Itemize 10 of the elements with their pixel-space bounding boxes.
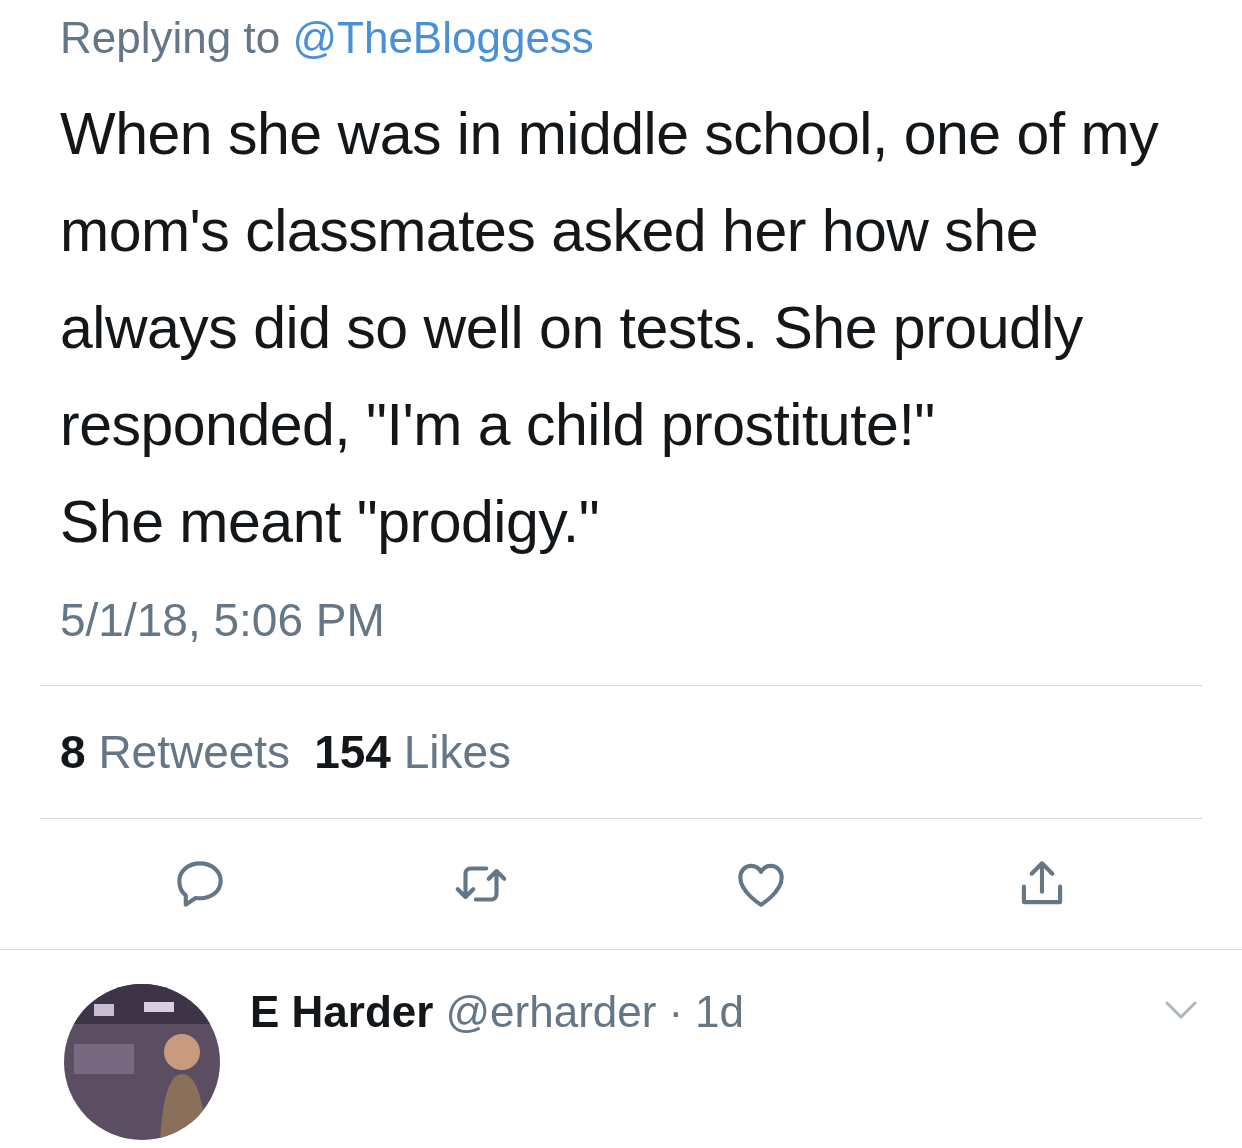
user-name: E Harder bbox=[250, 986, 434, 1038]
user-handle: @erharder bbox=[445, 986, 657, 1038]
tweet-text: When she was in middle school, one of my mom's classmates asked her how she always did so well on tests. She proudly responded, "I'm a child prostitute!" bbox=[60, 100, 1160, 460]
stat-link[interactable]: 8 Retweets bbox=[60, 717, 291, 787]
separator-dot: · bbox=[668, 986, 684, 1038]
reply-time: 1d bbox=[695, 986, 744, 1038]
stat-link[interactable]: 154 Likes bbox=[314, 717, 512, 787]
timestamp: 5/1/18, 5:06 PM bbox=[60, 594, 385, 646]
replying-to-label: Replying to bbox=[60, 13, 281, 62]
tweet-text: She meant "prodigy." bbox=[60, 488, 601, 557]
